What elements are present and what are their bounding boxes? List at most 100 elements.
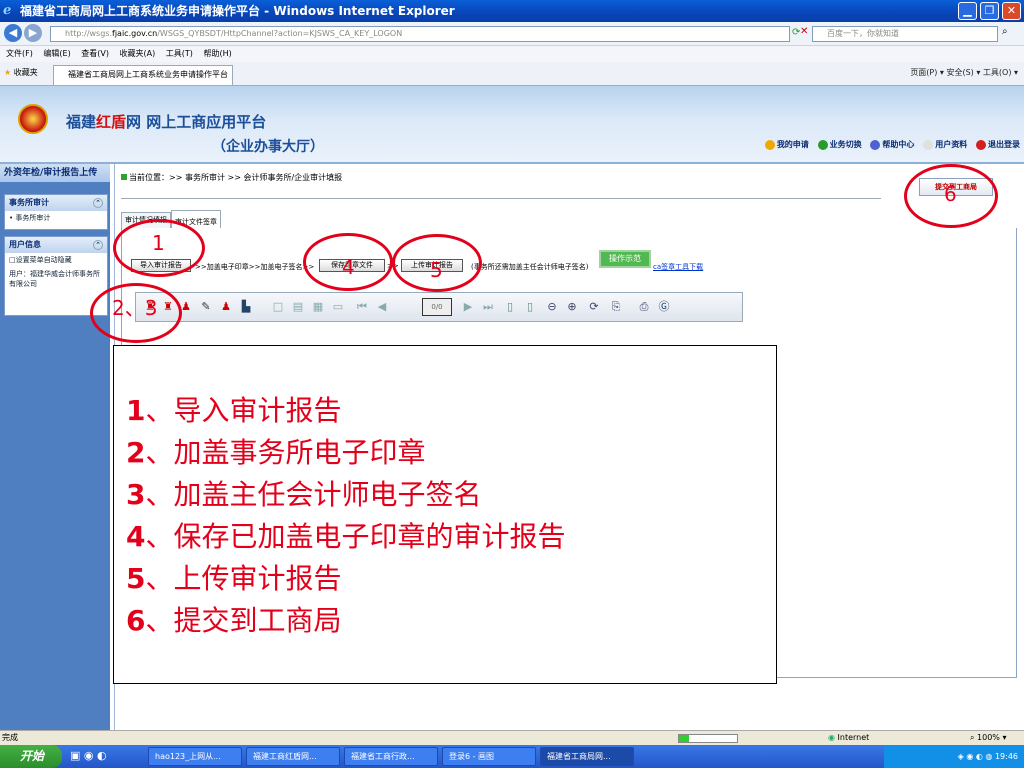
single-page-icon[interactable]: ▯ [504, 301, 516, 313]
stop-icon[interactable]: ✕ [800, 26, 808, 37]
page-indicator[interactable]: 0/0 [422, 298, 452, 316]
first-page-icon[interactable]: ⏮ [356, 301, 368, 313]
menu-view[interactable]: 查看(V) [81, 49, 109, 58]
zone-indicator: ◉ Internet [828, 733, 870, 742]
menu-tools[interactable]: 工具(T) [166, 49, 193, 58]
divider [121, 198, 881, 199]
signature-toolbar: ♜ ♜ ♟ ✎ ♟ ▙ □ ▤ ▦ ▭ ⏮ ◀ 0/0 ▶ ⏭ ▯ ▯ ⊖ ⊕ … [135, 292, 743, 322]
profile-icon [923, 139, 934, 150]
favorites-bar: ★ 收藏夹 福建省工商局网上工商系统业务申请操作平台 页面(P) ▾ 安全(S)… [0, 62, 1024, 86]
sidebar-item-firm-audit[interactable]: • 事务所审计 [5, 211, 107, 225]
menu-file[interactable]: 文件(F) [6, 49, 33, 58]
menu-edit[interactable]: 编辑(E) [43, 49, 70, 58]
top-links: 我的申请 业务切换 帮助中心 用户资料 退出登录 [759, 139, 1020, 150]
taskbar-item[interactable]: hao123_上网从... [148, 747, 242, 766]
verify-icon[interactable]: ▙ [240, 301, 252, 313]
globe-icon: ◉ [828, 733, 835, 742]
status-text: 完成 [2, 733, 18, 742]
demo-button[interactable]: 操作示范 [599, 250, 651, 268]
taskbar-item[interactable]: 福建工商红盾网... [246, 747, 340, 766]
prev-page-icon[interactable]: ◀ [376, 301, 388, 313]
search-icon[interactable]: ⌕ [1002, 26, 1008, 37]
minimize-icon-button[interactable]: ▁ [958, 2, 977, 20]
last-page-icon[interactable]: ⏭ [482, 301, 494, 313]
ie-logo-icon: ℯ [3, 3, 12, 18]
star-icon: ★ [4, 68, 12, 77]
link-my-applications[interactable]: 我的申请 [764, 139, 809, 150]
copy-icon[interactable]: ⎘ [610, 301, 622, 313]
ca-icon[interactable]: Ⓖ [658, 301, 670, 313]
sidebar-box-header[interactable]: 事务所审计 ⌃ [5, 195, 107, 211]
title-bar: ℯ 福建省工商局网上工商系统业务申请操作平台 - Windows Interne… [0, 0, 1024, 22]
close-button[interactable]: ✕ [1002, 2, 1021, 20]
link-help-center[interactable]: 帮助中心 [870, 139, 914, 150]
menu-favorites[interactable]: 收藏夹(A) [120, 49, 156, 58]
start-button[interactable]: 开始 [0, 745, 62, 768]
taskbar-item[interactable]: 福建省工商行政... [344, 747, 438, 766]
annotation-label-6: 6 [944, 182, 957, 206]
stamp-icon[interactable]: ♟ [220, 301, 232, 313]
progress-bar [678, 734, 738, 743]
zoom-control[interactable]: ⌕ 100% ▾ [970, 731, 1006, 745]
address-bar: ◀ ▶ http://wsgs.fjaic.gov.cn/WSGS_QYBSDT… [0, 22, 1024, 46]
instruction-step: 3、加盖主任会计师电子签名 [126, 478, 482, 511]
page-icon[interactable]: □ [272, 301, 284, 313]
rotate-icon[interactable]: ⟳ [588, 301, 600, 313]
system-tray: ◈ ◉ ◐ ◍ 19:46 [884, 745, 1024, 768]
instruction-box: 1、导入审计报告 2、加盖事务所电子印章 3、加盖主任会计师电子签名 4、保存已… [113, 345, 777, 684]
quicklaunch-icon[interactable]: ▣ ◉ ◐ [70, 749, 107, 762]
grid-icon[interactable]: ▦ [312, 301, 324, 313]
link-switch-business[interactable]: 业务切换 [817, 139, 862, 150]
restore-icon-button[interactable]: ❐ [980, 2, 999, 20]
annotation-label-2-3: 2、3 [112, 296, 158, 320]
handwrite-icon[interactable]: ✎ [200, 301, 212, 313]
site-subtitle: （企业办事大厅） [212, 139, 324, 155]
collapse-icon[interactable]: ⌃ [93, 198, 103, 208]
switch-icon [817, 139, 828, 150]
sidebar-box-header[interactable]: 用户信息 ⌃ [5, 237, 107, 253]
taskbar-item-active[interactable]: 福建省工商局网... [540, 747, 634, 766]
application-icon [764, 139, 775, 150]
browser-tab[interactable]: 福建省工商局网上工商系统业务申请操作平台 [53, 65, 233, 85]
zoom-in-icon[interactable]: ⊕ [566, 301, 578, 313]
auto-hide-checkbox[interactable]: □设置菜单自动隐藏 [5, 253, 107, 267]
zoom-out-icon[interactable]: ⊖ [546, 301, 558, 313]
sidebar-title: 外资年检/审计报告上传 [0, 164, 110, 182]
link-user-profile[interactable]: 用户资料 [923, 139, 967, 150]
command-bar[interactable]: 页面(P) ▾ 安全(S) ▾ 工具(O) ▾ [910, 67, 1018, 78]
clock: 19:46 [994, 752, 1018, 761]
browser-window: ℯ 福建省工商局网上工商系统业务申请操作平台 - Windows Interne… [0, 0, 1024, 768]
print-icon[interactable]: ⎙ [638, 301, 650, 313]
instruction-step: 5、上传审计报告 [126, 562, 342, 595]
instruction-step: 2、加盖事务所电子印章 [126, 436, 426, 469]
url-input[interactable]: http://wsgs.fjaic.gov.cn/WSGS_QYBSDT/Htt… [50, 26, 790, 42]
document-icon[interactable]: ▯ [524, 301, 536, 313]
user-info: 用户：福建华威会计师事务所有限公司 [9, 270, 100, 288]
ca-tool-download-link[interactable]: ca签章工具下载 [653, 262, 703, 272]
step-text: >>加盖电子印章>>加盖电子签名>> [195, 263, 315, 271]
menu-bar: 文件(F) 编辑(E) 查看(V) 收藏夹(A) 工具(T) 帮助(H) [0, 46, 1024, 62]
annotation-label-4: 4 [342, 255, 355, 279]
back-icon[interactable]: ◀ [4, 24, 22, 42]
instruction-step: 4、保存已加盖电子印章的审计报告 [126, 520, 566, 553]
search-input[interactable]: 百度一下，你就知道 [812, 26, 998, 42]
taskbar-item[interactable]: 登录6 - 画图 [442, 747, 536, 766]
national-emblem-icon [18, 104, 48, 134]
menu-help[interactable]: 帮助(H) [203, 49, 231, 58]
logout-icon [976, 139, 986, 150]
breadcrumb-marker-icon [121, 174, 127, 180]
instruction-step: 6、提交到工商局 [126, 604, 342, 637]
annotation-label-1: 1 [152, 231, 165, 255]
favorites-button[interactable]: ★ 收藏夹 [4, 67, 38, 78]
annotation-label-5: 5 [430, 258, 443, 282]
fit-icon[interactable]: ▭ [332, 301, 344, 313]
collapse-icon[interactable]: ⌃ [93, 240, 103, 250]
sidebar: 外资年检/审计报告上传 事务所审计 ⌃ • 事务所审计 用户信息 ⌃ □设置菜单自动… [0, 164, 110, 730]
status-bar: 完成 ◉ Internet ⌕ 100% ▾ [0, 730, 1024, 745]
tray-icons[interactable]: ◈ ◉ ◐ ◍ [958, 752, 995, 761]
link-logout[interactable]: 退出登录 [976, 139, 1020, 150]
taskbar: 开始 ▣ ◉ ◐ hao123_上网从... 福建工商红盾网... 福建省工商行… [0, 745, 1024, 768]
page-width-icon[interactable]: ▤ [292, 301, 304, 313]
forward-icon[interactable]: ▶ [24, 24, 42, 42]
next-page-icon[interactable]: ▶ [462, 301, 474, 313]
